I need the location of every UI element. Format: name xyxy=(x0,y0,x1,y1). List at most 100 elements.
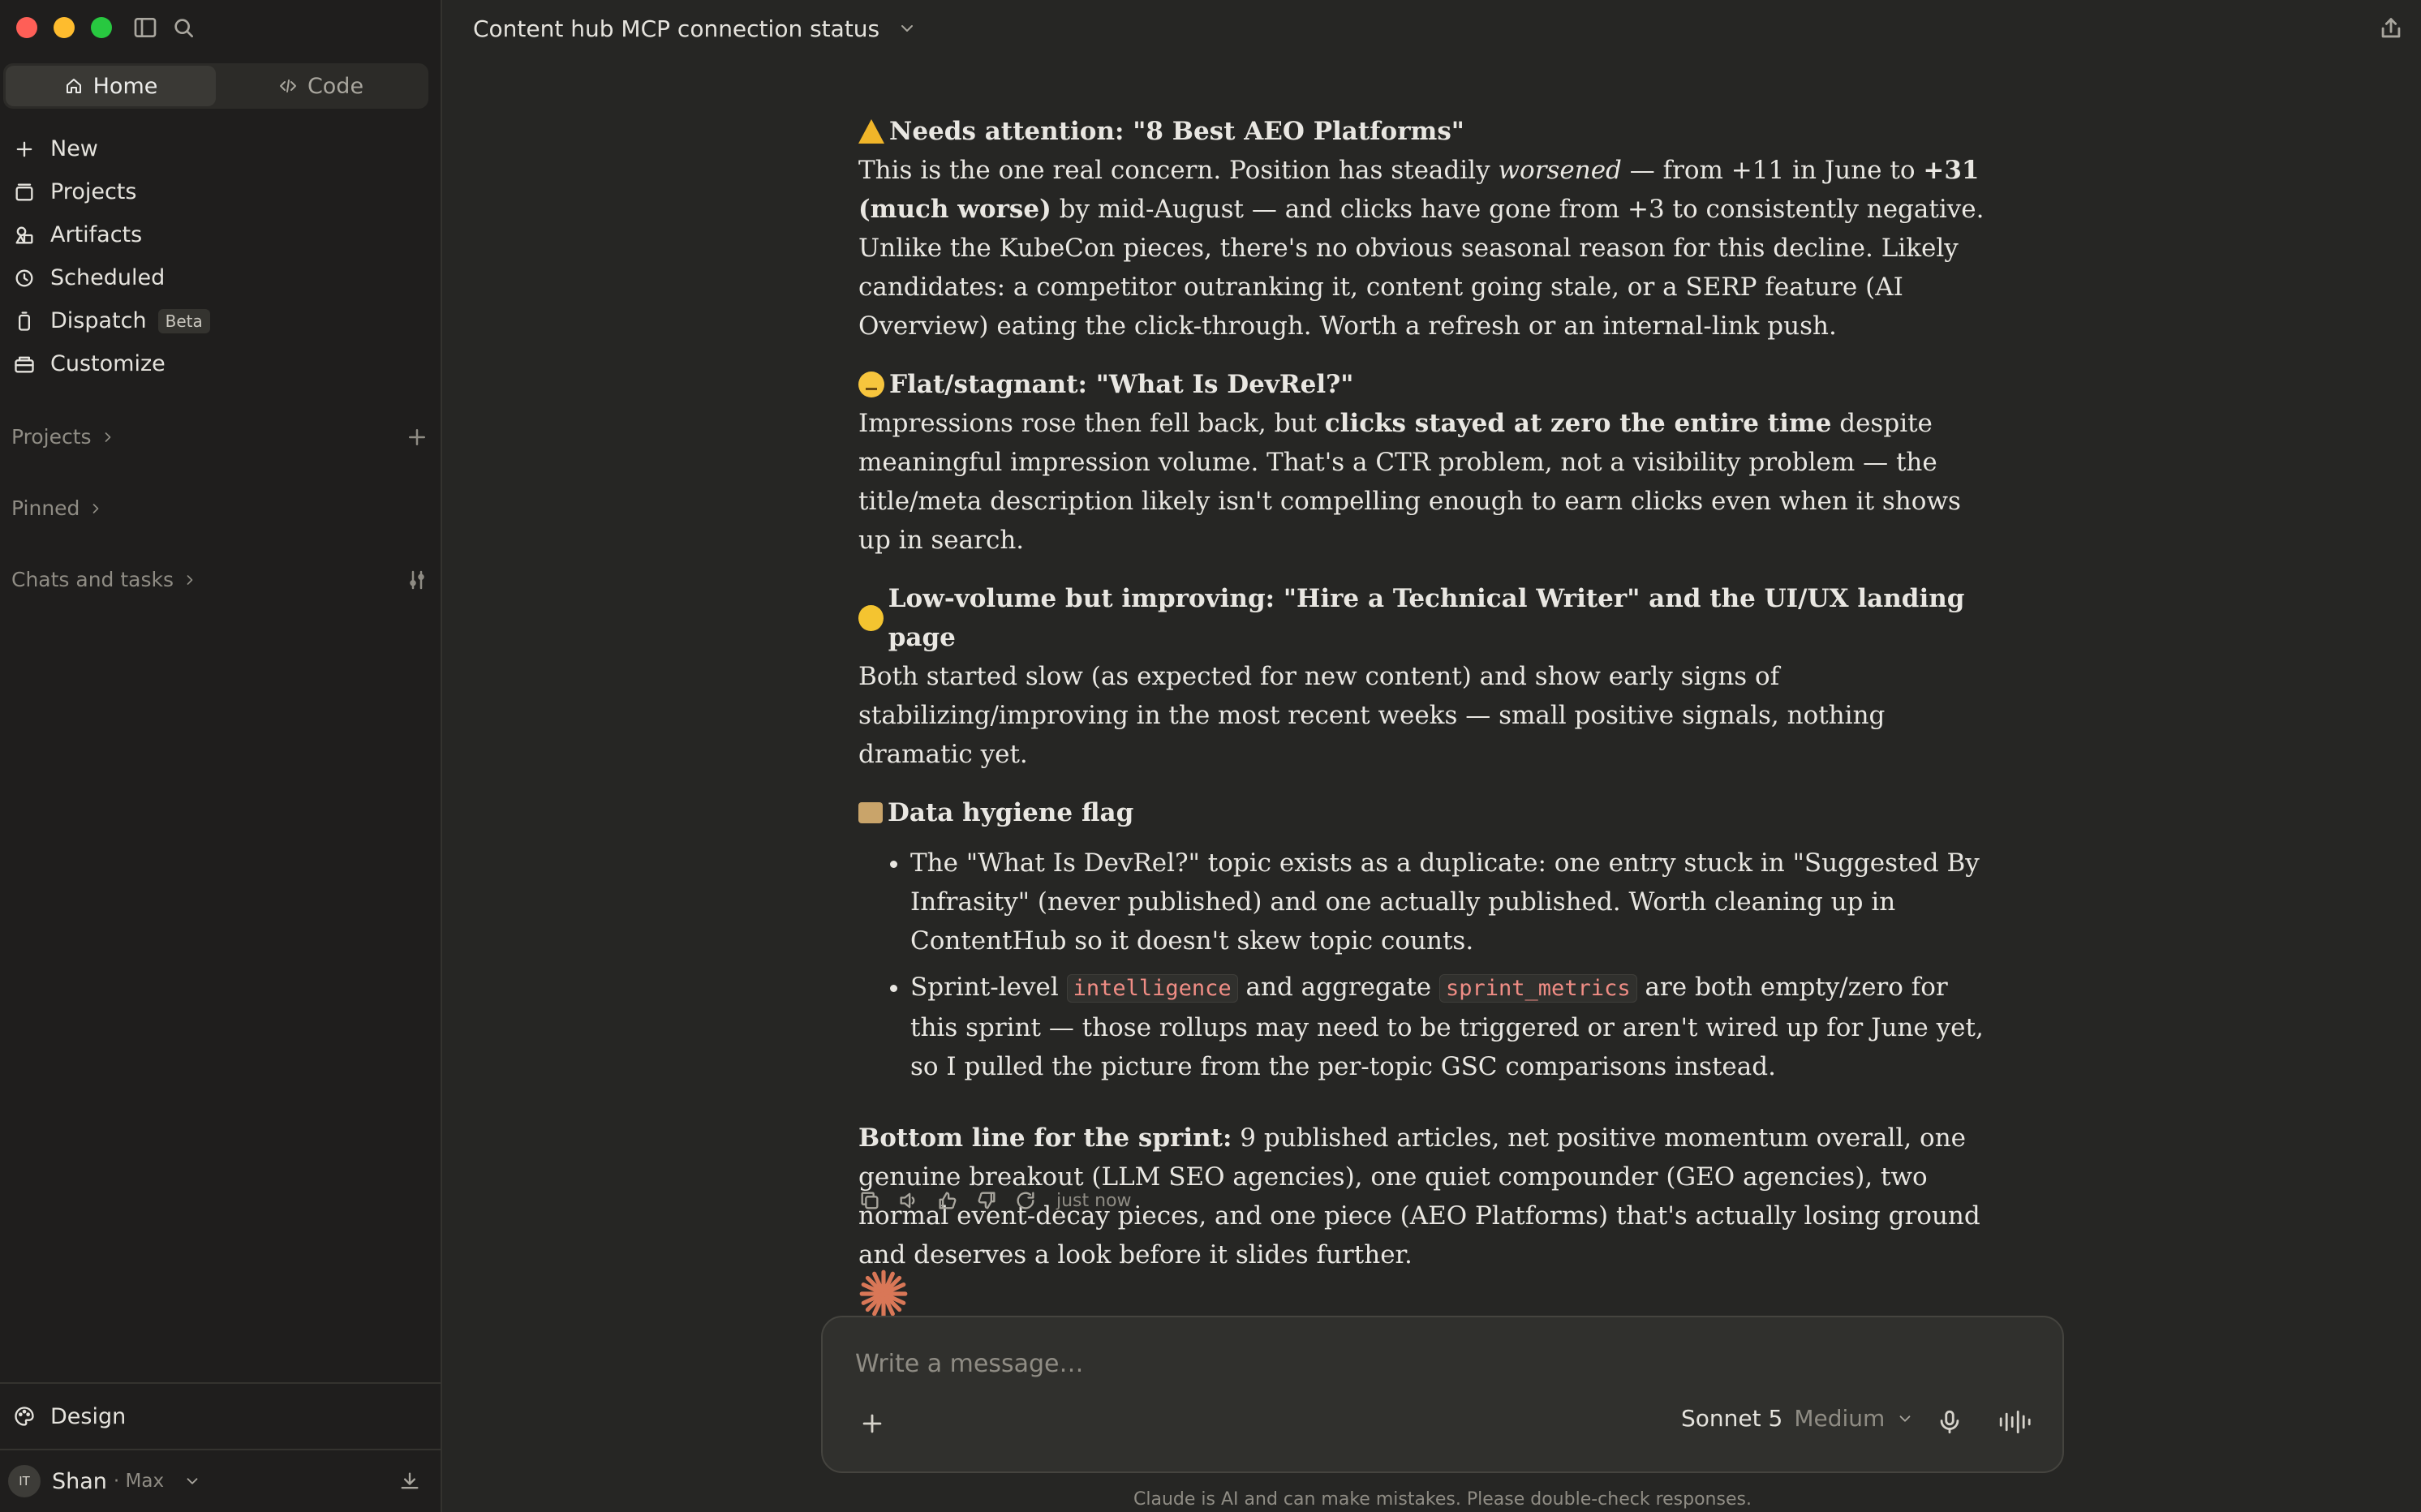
voice-mode-icon[interactable] xyxy=(1997,1408,2032,1436)
search-icon[interactable] xyxy=(170,15,196,41)
chevron-down-icon xyxy=(187,1478,198,1484)
message-timestamp: just now xyxy=(1056,1190,1132,1211)
heading-text: Needs attention: "8 Best AEO Platforms" xyxy=(889,117,1464,146)
text: and aggregate xyxy=(1237,973,1440,1002)
chevron-down-icon[interactable] xyxy=(897,19,917,38)
design-item[interactable]: Design xyxy=(0,1382,442,1449)
text: Sprint-level xyxy=(910,973,1067,1002)
section-heading: Data hygiene flag xyxy=(858,793,1994,832)
attach-plus-icon[interactable] xyxy=(858,1410,886,1437)
sidebar-item-label: New xyxy=(50,136,98,161)
sidebar-item-dispatch[interactable]: Dispatch Beta xyxy=(0,299,442,342)
sidebar: Home Code New Projects Artifacts Schedul… xyxy=(0,0,442,1512)
section-heading: Flat/stagnant: "What Is DevRel?" xyxy=(858,365,1994,404)
home-icon xyxy=(66,79,81,93)
code-icon xyxy=(279,79,296,92)
thumbs-up-icon[interactable] xyxy=(936,1189,959,1212)
paragraph: Both started slow (as expected for new c… xyxy=(858,662,1886,769)
text: — from +11 in June to xyxy=(1621,156,1924,185)
inline-code: intelligence xyxy=(1066,974,1238,1003)
dispatch-icon xyxy=(19,311,30,331)
chevron-down-icon xyxy=(1899,1415,1911,1422)
beta-badge: Beta xyxy=(157,308,210,333)
pinned-section-label: Pinned xyxy=(11,496,80,520)
disclaimer: Claude is AI and can make mistakes. Plea… xyxy=(1133,1489,1752,1510)
chevron-right-icon xyxy=(187,574,193,585)
claude-spark-icon xyxy=(859,1269,908,1318)
sidebar-item-label: Dispatch xyxy=(50,308,147,333)
model-effort: Medium xyxy=(1794,1405,1886,1432)
sidebar-item-label: Artifacts xyxy=(50,222,143,247)
message-actions: just now xyxy=(858,1189,1132,1212)
share-icon[interactable] xyxy=(2377,15,2405,42)
retry-icon[interactable] xyxy=(1014,1189,1037,1212)
sidebar-item-label: Scheduled xyxy=(50,265,166,290)
bold-text: Bottom line for the sprint: xyxy=(858,1123,1232,1153)
bold-text: clicks stayed at zero the entire time xyxy=(1324,409,1832,438)
text: This is the one real concern. Position h… xyxy=(858,156,1499,185)
maximize-window-button[interactable] xyxy=(91,17,112,38)
palette-icon xyxy=(15,1407,34,1426)
chevron-right-icon xyxy=(105,432,110,442)
emphasis: worsened xyxy=(1498,156,1622,185)
inline-code: sprint_metrics xyxy=(1439,974,1637,1003)
message-composer: Sonnet 5 Medium xyxy=(821,1316,2064,1473)
list-item: Sprint-level intelligence and aggregate … xyxy=(910,968,1994,1086)
sidebar-item-label: Projects xyxy=(50,179,137,204)
window-controls xyxy=(16,17,112,38)
clock-icon xyxy=(15,269,33,286)
user-plan: · Max xyxy=(113,1471,165,1492)
heading-text: Low-volume but improving: "Hire a Techni… xyxy=(888,584,1965,652)
section-heading: Low-volume but improving: "Hire a Techni… xyxy=(858,579,1994,657)
folder-icon xyxy=(858,802,883,823)
sidebar-item-artifacts[interactable]: Artifacts xyxy=(0,213,442,256)
neutral-face-icon xyxy=(858,372,884,397)
section-heading: Needs attention: "8 Best AEO Platforms" xyxy=(858,112,1994,151)
download-icon[interactable] xyxy=(398,1470,421,1493)
model-selector[interactable]: Sonnet 5 Medium xyxy=(1681,1405,1914,1432)
sidebar-item-label: Customize xyxy=(50,351,166,376)
design-label: Design xyxy=(50,1403,127,1429)
artifacts-icon xyxy=(15,226,33,243)
yellow-circle-icon xyxy=(858,605,884,631)
chat-header: Content hub MCP connection status xyxy=(444,0,2421,57)
assistant-message: Needs attention: "8 Best AEO Platforms" … xyxy=(858,112,1994,1294)
minimize-window-button[interactable] xyxy=(54,17,75,38)
filter-sliders-icon[interactable] xyxy=(405,568,429,592)
text: Impressions rose then fell back, but xyxy=(858,409,1325,438)
sidebar-item-scheduled[interactable]: Scheduled xyxy=(0,256,442,299)
copy-icon[interactable] xyxy=(858,1189,881,1212)
user-name: Shan xyxy=(52,1468,107,1494)
add-project-icon[interactable] xyxy=(405,425,429,449)
chat-title[interactable]: Content hub MCP connection status xyxy=(473,15,879,42)
model-name: Sonnet 5 xyxy=(1681,1405,1783,1432)
projects-icon xyxy=(15,183,33,200)
sidebar-item-new[interactable]: New xyxy=(0,127,442,170)
projects-section-label: Projects xyxy=(11,425,92,449)
paragraph: This is the one real concern. Position h… xyxy=(858,151,1994,346)
speaker-icon[interactable] xyxy=(897,1189,920,1212)
list-item: The "What Is DevRel?" topic exists as a … xyxy=(910,844,1994,960)
plus-icon xyxy=(16,141,32,157)
microphone-icon[interactable] xyxy=(1936,1408,1963,1436)
user-menu[interactable]: IT Shan · Max xyxy=(0,1449,442,1512)
close-window-button[interactable] xyxy=(16,17,37,38)
pinned-section-header[interactable]: Pinned xyxy=(11,496,429,520)
warning-icon xyxy=(858,119,884,144)
chats-section-header[interactable]: Chats and tasks xyxy=(11,568,429,591)
avatar: IT xyxy=(8,1465,41,1497)
projects-section-header[interactable]: Projects xyxy=(11,425,429,449)
sidebar-item-customize[interactable]: Customize xyxy=(0,342,442,385)
mode-toggle: Home Code xyxy=(3,63,428,109)
sidebar-nav: New Projects Artifacts Scheduled Dispatc… xyxy=(0,127,442,385)
home-tab-label: Home xyxy=(92,73,158,99)
message-input[interactable] xyxy=(855,1350,2023,1378)
thumbs-down-icon[interactable] xyxy=(975,1189,998,1212)
chats-section-label: Chats and tasks xyxy=(11,568,174,591)
sidebar-item-projects[interactable]: Projects xyxy=(0,170,442,213)
chevron-right-icon xyxy=(93,503,99,513)
code-tab[interactable]: Code xyxy=(216,66,426,106)
code-tab-label: Code xyxy=(307,73,364,99)
home-tab[interactable]: Home xyxy=(6,66,216,106)
sidebar-toggle-icon[interactable] xyxy=(132,15,158,41)
